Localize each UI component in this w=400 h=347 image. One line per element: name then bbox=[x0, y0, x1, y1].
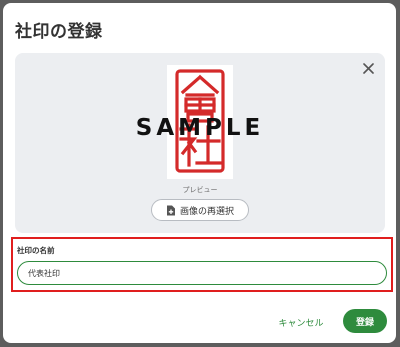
close-button[interactable] bbox=[359, 59, 377, 77]
seal-preview-panel: SAMPLE プレビュー 画像の再選択 bbox=[15, 53, 385, 233]
image-file-plus-icon bbox=[166, 205, 175, 215]
dialog-title: 社印の登録 bbox=[15, 22, 103, 42]
register-seal-dialog: 社印の登録 SAMPLE プレビュー 画像の再選択 社印の名前 代表社印 キャン… bbox=[3, 3, 396, 343]
preview-caption: プレビュー bbox=[182, 186, 218, 194]
sample-watermark: SAMPLE bbox=[135, 115, 265, 141]
seal-name-input[interactable] bbox=[17, 261, 387, 285]
reselect-image-button[interactable]: 画像の再選択 bbox=[151, 199, 249, 221]
close-icon bbox=[362, 62, 374, 74]
seal-name-label: 社印の名前 bbox=[17, 246, 55, 255]
reselect-image-label: 画像の再選択 bbox=[179, 206, 234, 217]
seal-name-field-highlight: 社印の名前 bbox=[11, 237, 393, 292]
cancel-button[interactable]: キャンセル bbox=[271, 311, 331, 333]
register-button[interactable]: 登録 bbox=[343, 309, 387, 333]
